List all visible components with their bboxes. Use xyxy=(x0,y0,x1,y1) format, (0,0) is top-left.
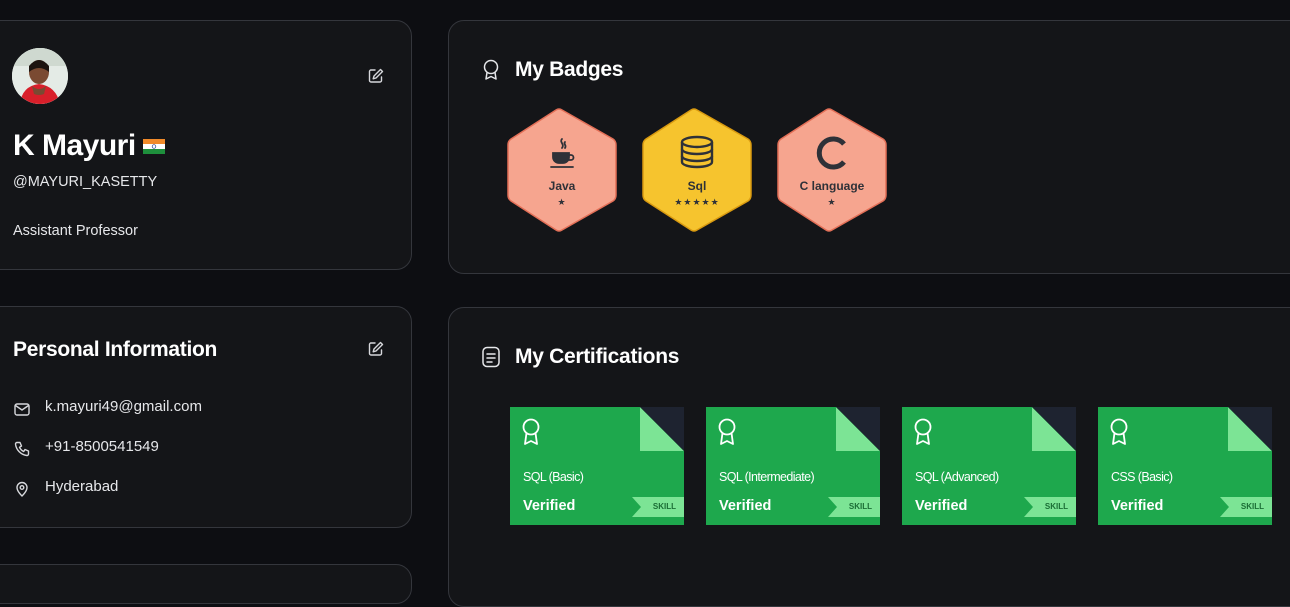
certificate-card[interactable]: CSS (Basic) Verified SKILL xyxy=(1098,407,1272,525)
badge-ribbon-icon xyxy=(481,58,501,87)
edit-icon xyxy=(368,341,384,356)
ribbon-icon xyxy=(914,418,932,445)
badge-label: Sql xyxy=(687,179,707,193)
badge-sql[interactable]: Sql ★★★★★ xyxy=(640,107,754,233)
badges-card: My Badges Java ★ Sql ★★★★★ C language ★ xyxy=(448,20,1290,274)
certificate-card[interactable]: SQL (Basic) Verified SKILL xyxy=(510,407,684,525)
certificate-card[interactable]: SQL (Intermediate) Verified SKILL xyxy=(706,407,880,525)
certifications-card: My Certifications SQL (Basic) Verified S… xyxy=(448,307,1290,607)
certificate-status: Verified xyxy=(1111,498,1164,514)
skill-tag: SKILL xyxy=(1220,497,1272,517)
india-flag-icon xyxy=(143,139,165,154)
certificate-status: Verified xyxy=(523,498,576,514)
skill-tag: SKILL xyxy=(632,497,684,517)
certificate-name: SQL (Advanced) xyxy=(915,470,999,484)
phone-value: +91-8500541549 xyxy=(45,438,159,455)
certificate-status: Verified xyxy=(719,498,772,514)
page-fold xyxy=(836,407,880,451)
badge-stars: ★ xyxy=(557,197,567,207)
skill-tag: SKILL xyxy=(1024,497,1076,517)
certifications-title: My Certifications xyxy=(515,345,680,368)
ribbon-icon xyxy=(718,418,736,445)
badges-title: My Badges xyxy=(515,58,624,81)
badge-java[interactable]: Java ★ xyxy=(505,107,619,233)
profile-role: Assistant Professor xyxy=(13,223,138,239)
java-cup-icon xyxy=(548,137,576,176)
edit-profile-button[interactable] xyxy=(367,67,385,90)
location-value: Hyderabad xyxy=(45,478,119,495)
edit-icon xyxy=(368,68,384,83)
badge-stars: ★★★★★ xyxy=(674,197,720,207)
location-pin-icon xyxy=(13,480,31,503)
ribbon-icon xyxy=(1110,418,1128,445)
badge-label: Java xyxy=(548,179,576,193)
next-card xyxy=(0,564,412,604)
profile-name: K Mayuri xyxy=(13,129,136,162)
personal-information-card: Personal Information k.mayuri49@gmail.co… xyxy=(0,306,412,528)
certificate-name: SQL (Intermediate) xyxy=(719,470,815,484)
certificate-name: SQL (Basic) xyxy=(523,470,584,484)
certificate-status: Verified xyxy=(915,498,968,514)
certificate-document-icon xyxy=(481,346,501,373)
phone-icon xyxy=(13,440,31,463)
page-fold xyxy=(640,407,684,451)
badge-c-language[interactable]: C language ★ xyxy=(775,107,889,233)
certificate-card[interactable]: SQL (Advanced) Verified SKILL xyxy=(902,407,1076,525)
profile-card: K Mayuri @MAYURI_KASETTY Assistant Profe… xyxy=(0,20,412,270)
badge-stars: ★ xyxy=(827,197,837,207)
ribbon-icon xyxy=(522,418,540,445)
badge-label: C language xyxy=(799,179,865,193)
edit-personal-button[interactable] xyxy=(367,340,385,363)
database-icon xyxy=(679,135,715,174)
certificate-name: CSS (Basic) xyxy=(1111,470,1173,484)
page-fold xyxy=(1032,407,1076,451)
email-value: k.mayuri49@gmail.com xyxy=(45,398,202,415)
mail-icon xyxy=(13,400,31,423)
page-fold xyxy=(1228,407,1272,451)
avatar[interactable] xyxy=(12,48,68,104)
skill-tag: SKILL xyxy=(828,497,880,517)
personal-information-title: Personal Information xyxy=(13,338,218,361)
c-letter-icon xyxy=(815,135,849,176)
profile-handle: @MAYURI_KASETTY xyxy=(13,174,158,190)
